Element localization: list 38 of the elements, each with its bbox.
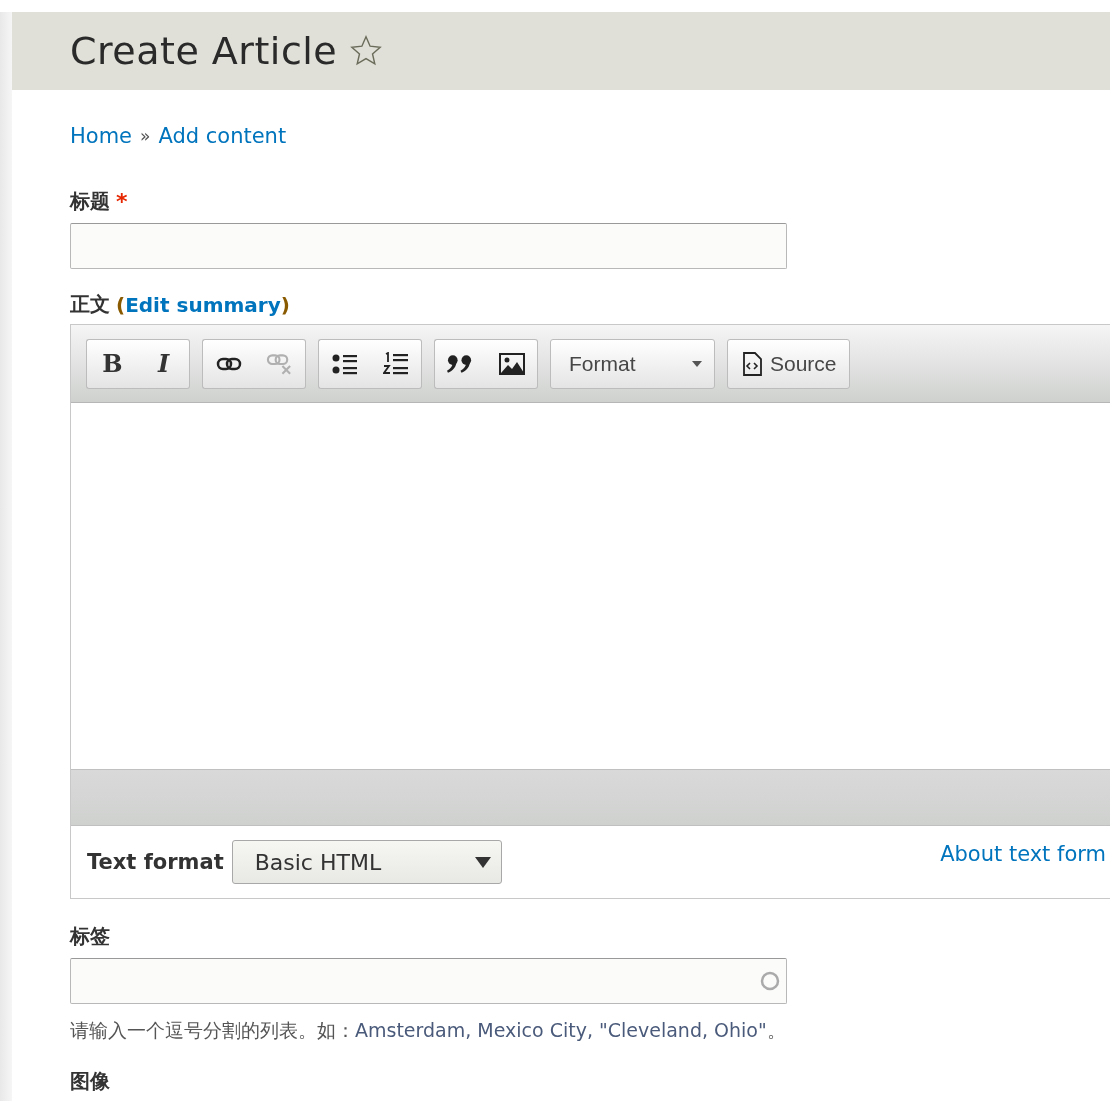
link-icon: [215, 355, 242, 372]
title-input[interactable]: [70, 223, 787, 269]
numbered-list-icon: [382, 351, 409, 376]
autocomplete-icon: [760, 971, 780, 991]
caret-icon: [692, 360, 702, 367]
unlink-icon: [266, 352, 293, 375]
breadcrumb-link[interactable]: Add content: [158, 124, 287, 148]
link-button[interactable]: [202, 338, 254, 389]
about-text-formats-link[interactable]: About text form: [940, 842, 1106, 866]
image-icon: [498, 352, 525, 375]
bulleted-list-button[interactable]: [318, 338, 370, 389]
numbered-list-button[interactable]: [370, 338, 422, 389]
blockquote-button[interactable]: [434, 338, 486, 389]
edit-summary-link[interactable]: Edit summary: [125, 292, 281, 317]
field-label: 标题: [70, 188, 110, 215]
quote-icon: [447, 353, 474, 374]
field-label: 图像: [70, 1068, 110, 1095]
field-label: 标签: [70, 923, 110, 950]
breadcrumb-link[interactable]: Home: [70, 124, 132, 148]
text-format-label: Text format: [87, 850, 224, 874]
bulleted-list-icon: [331, 352, 358, 375]
bold-button[interactable]: B: [86, 338, 138, 389]
source-button[interactable]: Source: [727, 338, 850, 389]
breadcrumb-separator: »: [140, 126, 151, 146]
summary-paren: (: [116, 292, 126, 317]
tags-input[interactable]: [70, 958, 787, 1004]
image-button[interactable]: [486, 338, 538, 389]
text-format-select[interactable]: Basic HTML: [231, 840, 502, 884]
required-mark: *: [116, 189, 128, 214]
field-label: 正文: [70, 291, 110, 318]
italic-button[interactable]: I: [138, 338, 190, 389]
star-icon[interactable]: [349, 34, 384, 68]
document-code-icon: [742, 351, 762, 376]
caret-icon: [474, 856, 491, 868]
page-title: Create Article: [70, 29, 338, 73]
format-dropdown[interactable]: Format: [550, 338, 715, 389]
summary-paren: ): [280, 292, 290, 317]
help-text: 请输入一个逗号分割的列表。如：Amsterdam, Mexico City, "Cleveland, Ohio"。: [70, 1018, 787, 1043]
